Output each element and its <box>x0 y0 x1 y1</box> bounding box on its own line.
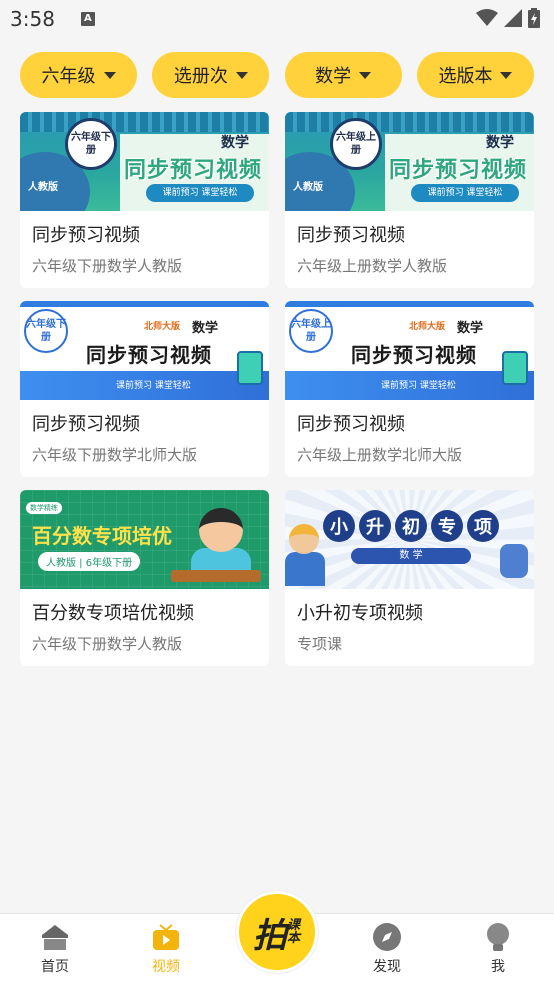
nav-profile[interactable]: 我 <box>463 922 533 976</box>
grade-badge: 六年级下册 <box>24 309 68 353</box>
snap-textbook-button[interactable]: 拍 课本 <box>236 891 318 973</box>
student-illustration <box>285 552 325 586</box>
thumb-headline: 同步预习视频 <box>86 343 212 367</box>
edition-filter-label: 选版本 <box>438 66 493 87</box>
video-thumbnail: 六年级上册 数学 同步预习视频 课前预习 课堂轻松 人教版 <box>285 112 534 211</box>
grade-filter[interactable]: 六年级 <box>20 52 137 98</box>
thumb-headline: 同步预习视频 <box>389 158 528 183</box>
subject-filter-label: 数学 <box>315 66 352 87</box>
card-title: 同步预习视频 <box>32 225 140 246</box>
snap-label: 拍 <box>253 915 287 956</box>
video-card[interactable]: 数学精练 百分数专项培优 人教版 | 6年级下册 百分数专项培优视频 六年级下册… <box>20 490 269 666</box>
card-subtitle: 六年级下册数学人教版 <box>32 635 183 653</box>
video-thumbnail: 六年级上册 北师大版 数学 同步预习视频 课前预习 课堂轻松 <box>285 301 534 400</box>
nav-profile-label: 我 <box>491 959 505 975</box>
phone-illustration <box>237 351 263 385</box>
grade-badge: 六年级下册 <box>65 118 117 170</box>
student-head-illustration <box>199 508 243 552</box>
battery-icon <box>528 8 540 28</box>
nav-discover-label: 发现 <box>373 959 401 975</box>
grade-badge: 六年级上册 <box>289 309 333 353</box>
status-bar: 3:58 A <box>0 0 554 38</box>
card-subtitle: 专项课 <box>297 635 343 653</box>
thumb-subject: 数学 <box>457 321 484 336</box>
caret-down-icon <box>103 71 116 79</box>
grade-badge: 六年级上册 <box>330 118 382 170</box>
phone-illustration <box>502 351 528 385</box>
backpack-illustration <box>500 544 528 578</box>
thumb-headline: 同步预习视频 <box>124 158 263 183</box>
card-title: 小升初专项视频 <box>297 603 423 624</box>
thumb-tagline: 课前预习 课堂轻松 <box>146 184 254 202</box>
grade-filter-label: 六年级 <box>41 66 96 87</box>
thumb-headline: 同步预习视频 <box>351 343 477 367</box>
video-card[interactable]: 六年级下册 北师大版 数学 同步预习视频 课前预习 课堂轻松 同步预习视频 六年… <box>20 301 269 477</box>
caret-down-icon <box>235 71 248 79</box>
nav-home-label: 首页 <box>41 959 69 975</box>
thumb-subject: 数学 <box>192 321 219 336</box>
thumb-publisher: 北师大版 <box>409 322 446 332</box>
thumb-subject-bar: 数 学 <box>351 548 471 564</box>
thumb-subject: 数学 <box>221 135 249 151</box>
card-subtitle: 六年级下册数学北师大版 <box>32 446 198 464</box>
thumb-subject: 数学 <box>486 135 514 151</box>
card-title: 百分数专项培优视频 <box>32 603 194 624</box>
desk-illustration <box>171 570 261 582</box>
nav-video-label: 视频 <box>152 959 180 975</box>
video-card[interactable]: 小 升 初 专 项 数 学 小升初专项视频 专项课 <box>285 490 534 666</box>
thumb-tagline: 课前预习 课堂轻松 <box>411 184 519 202</box>
thumb-publisher: 北师大版 <box>144 322 181 332</box>
wifi-icon <box>476 9 498 26</box>
card-title: 同步预习视频 <box>297 414 405 435</box>
status-time: 3:58 <box>10 7 55 31</box>
thumb-chip: 数学精练 <box>26 502 62 514</box>
edition-filter[interactable]: 选版本 <box>416 52 534 98</box>
a-icon: A <box>80 12 95 26</box>
home-icon <box>42 925 68 950</box>
video-thumbnail: 小 升 初 专 项 数 学 <box>285 490 534 589</box>
thumb-tagline: 课前预习 课堂轻松 <box>116 381 191 391</box>
video-card[interactable]: 六年级下册 数学 同步预习视频 课前预习 课堂轻松 人教版 同步预习视频 六年级… <box>20 112 269 288</box>
card-title: 同步预习视频 <box>32 414 140 435</box>
nav-home[interactable]: 首页 <box>20 922 90 976</box>
nav-video[interactable]: 视频 <box>131 922 201 976</box>
thumb-edition: 人教版 <box>293 182 323 193</box>
nav-discover[interactable]: 发现 <box>352 922 422 976</box>
volume-filter[interactable]: 选册次 <box>152 52 270 98</box>
student-head-illustration <box>289 524 319 554</box>
profile-icon <box>487 923 509 951</box>
video-card[interactable]: 六年级上册 北师大版 数学 同步预习视频 课前预习 课堂轻松 同步预习视频 六年… <box>285 301 534 477</box>
card-subtitle: 六年级下册数学人教版 <box>32 257 183 275</box>
video-card[interactable]: 六年级上册 数学 同步预习视频 课前预习 课堂轻松 人教版 同步预习视频 六年级… <box>285 112 534 288</box>
video-thumbnail: 数学精练 百分数专项培优 人教版 | 6年级下册 <box>20 490 269 589</box>
video-thumbnail: 六年级下册 北师大版 数学 同步预习视频 课前预习 课堂轻松 <box>20 301 269 400</box>
caret-down-icon <box>359 71 372 79</box>
caret-down-icon <box>500 71 513 79</box>
compass-icon <box>373 923 401 951</box>
thumb-headline: 小 升 初 专 项 <box>323 510 499 542</box>
card-subtitle: 六年级上册数学人教版 <box>297 257 448 275</box>
card-title: 同步预习视频 <box>297 225 405 246</box>
thumb-tagline: 课前预习 课堂轻松 <box>381 381 456 391</box>
subject-filter[interactable]: 数学 <box>284 52 402 98</box>
filter-bar: 六年级 选册次 数学 选版本 <box>20 52 534 98</box>
thumb-label: 人教版 | 6年级下册 <box>38 552 141 571</box>
status-icons <box>476 8 540 28</box>
thumb-edition: 人教版 <box>28 182 58 193</box>
signal-icon <box>504 9 522 27</box>
card-subtitle: 六年级上册数学北师大版 <box>297 446 463 464</box>
tv-icon <box>153 924 179 950</box>
textbook-label: 课本 <box>287 918 301 946</box>
thumb-headline: 百分数专项培优 <box>32 524 172 548</box>
volume-filter-label: 选册次 <box>173 66 228 87</box>
video-thumbnail: 六年级下册 数学 同步预习视频 课前预习 课堂轻松 人教版 <box>20 112 269 211</box>
